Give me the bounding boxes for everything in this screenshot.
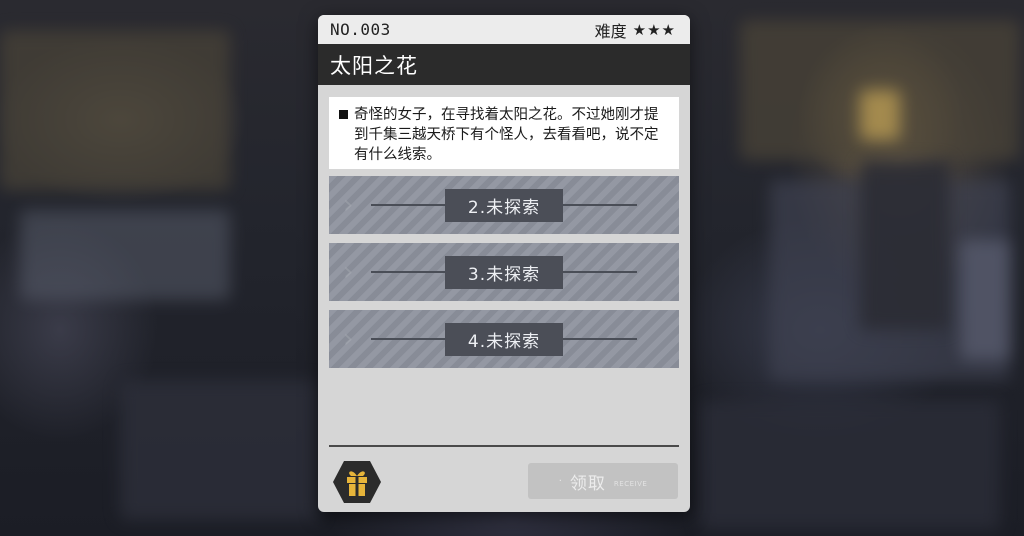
- reward-gift-button[interactable]: [332, 460, 382, 504]
- claim-label: 领取: [569, 473, 606, 494]
- difficulty-indicator: 难度 ★★★: [595, 18, 676, 42]
- claim-sublabel: RECEIVE: [613, 480, 648, 488]
- exploration-entry-2[interactable]: › 2.未探索: [329, 176, 679, 234]
- entry-label: 3.未探索: [445, 255, 563, 289]
- entry-label: 4.未探索: [445, 322, 563, 356]
- chevron-right-icon: ›: [343, 190, 354, 220]
- exploration-list: › 2.未探索 › 3.未探索 › 4.未探索: [318, 176, 690, 368]
- card-header: NO.003 难度 ★★★: [318, 15, 690, 44]
- chevron-right-icon: ›: [343, 257, 354, 287]
- mission-card: NO.003 难度 ★★★ 太阳之花 奇怪的女子，在寻找着太阳之花。不过她刚才提…: [318, 15, 690, 512]
- exploration-entry-3[interactable]: › 3.未探索: [329, 243, 679, 301]
- footer-divider: [329, 445, 679, 447]
- entry-label: 2.未探索: [445, 188, 563, 222]
- difficulty-stars: ★★★: [632, 20, 676, 39]
- claim-button[interactable]: · 领取 RECEIVE: [528, 463, 678, 499]
- difficulty-label: 难度: [594, 21, 627, 41]
- mission-title: 太阳之花: [318, 44, 690, 85]
- chevron-right-icon: ›: [343, 324, 354, 354]
- mission-description: 奇怪的女子，在寻找着太阳之花。不过她刚才提到千集三越天桥下有个怪人，去看看吧，说…: [354, 107, 659, 163]
- claim-dot: ·: [558, 475, 562, 487]
- mission-number: NO.003: [330, 20, 391, 39]
- gift-icon: [333, 461, 381, 503]
- mission-description-box: 奇怪的女子，在寻找着太阳之花。不过她刚才提到千集三越天桥下有个怪人，去看看吧，说…: [329, 97, 679, 169]
- exploration-entry-4[interactable]: › 4.未探索: [329, 310, 679, 368]
- bullet-square-icon: [339, 110, 348, 119]
